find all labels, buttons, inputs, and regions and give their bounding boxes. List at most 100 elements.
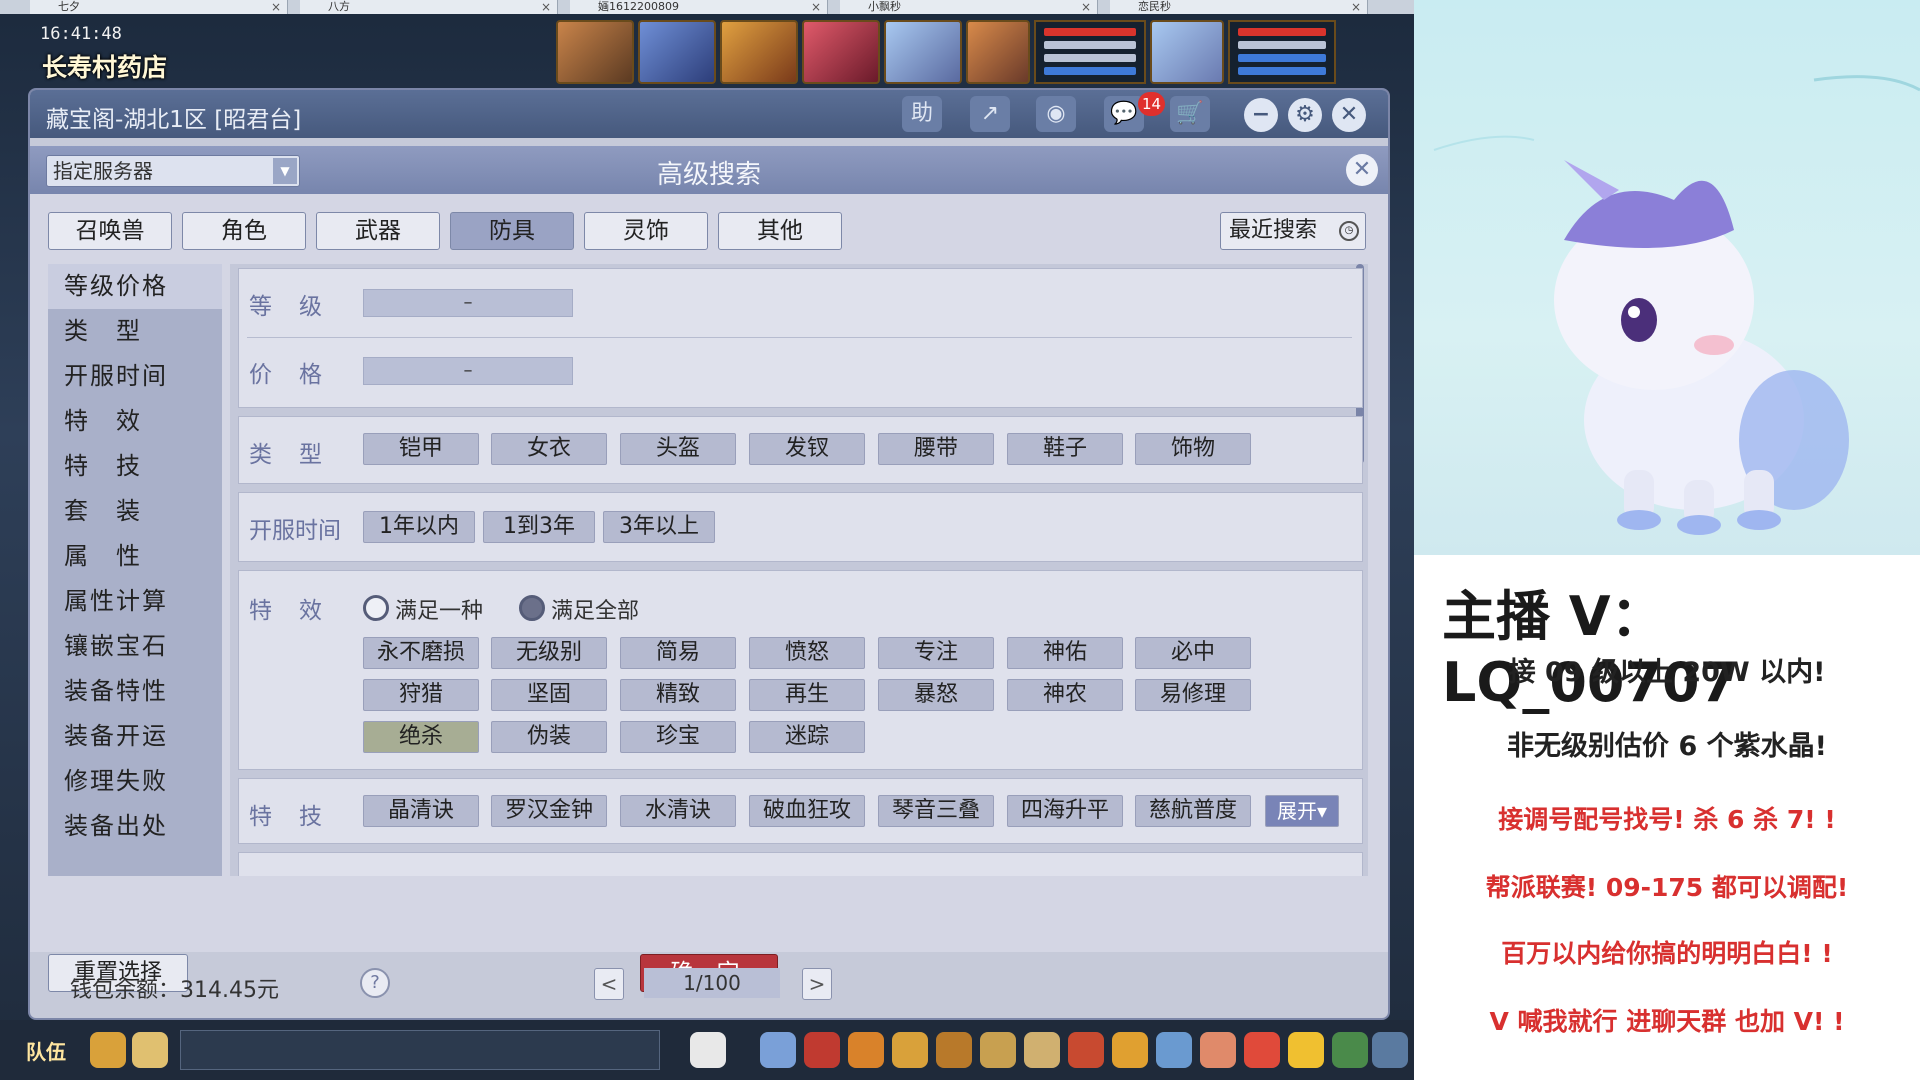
effect-chip[interactable]: 神农 xyxy=(1007,679,1123,711)
scroll-icon[interactable] xyxy=(1024,1032,1060,1068)
effect-chip[interactable]: 永不磨损 xyxy=(363,637,479,669)
nav-set[interactable]: 套 装 xyxy=(48,489,222,534)
skill-chip[interactable]: 晶清诀 xyxy=(363,795,479,827)
record-icon[interactable]: ◉ xyxy=(1036,96,1076,132)
tab-2[interactable]: 八方 × xyxy=(300,0,558,14)
nav-skill[interactable]: 特 技 xyxy=(48,444,222,489)
help-button[interactable]: 助 xyxy=(902,96,942,132)
effect-chip[interactable]: 伪装 xyxy=(491,721,607,753)
effect-chip[interactable]: 再生 xyxy=(749,679,865,711)
tab-weapon[interactable]: 武器 xyxy=(316,212,440,250)
tab-role[interactable]: 角色 xyxy=(182,212,306,250)
tab-ornament[interactable]: 灵饰 xyxy=(584,212,708,250)
tab-4[interactable]: 小飘秒 × xyxy=(840,0,1098,14)
close-icon[interactable]: × xyxy=(1351,0,1361,14)
nav-gems[interactable]: 镶嵌宝石 xyxy=(48,624,222,669)
type-chip[interactable]: 铠甲 xyxy=(363,433,479,465)
skill-chip[interactable]: 慈航普度 xyxy=(1135,795,1251,827)
bag-icon[interactable] xyxy=(804,1032,840,1068)
effect-chip[interactable]: 愤怒 xyxy=(749,637,865,669)
effect-chip[interactable]: 坚固 xyxy=(491,679,607,711)
nav-repair-fail[interactable]: 修理失败 xyxy=(48,759,222,804)
type-chip[interactable]: 鞋子 xyxy=(1007,433,1123,465)
skill-chip[interactable]: 琴音三叠 xyxy=(878,795,994,827)
team-label[interactable]: 队伍 xyxy=(26,1036,66,1065)
voice-icon[interactable] xyxy=(90,1032,126,1068)
avatar[interactable] xyxy=(720,20,798,84)
avatar[interactable] xyxy=(638,20,716,84)
emoji-icon[interactable] xyxy=(1288,1032,1324,1068)
server-time-chip[interactable]: 1到3年 xyxy=(483,511,595,543)
chat-icon[interactable] xyxy=(132,1032,168,1068)
close-icon[interactable]: × xyxy=(271,0,281,14)
prev-page-button[interactable]: < xyxy=(594,968,624,1000)
peach-icon[interactable] xyxy=(1200,1032,1236,1068)
effect-chip[interactable]: 暴怒 xyxy=(878,679,994,711)
tab-armor[interactable]: 防具 xyxy=(450,212,574,250)
effect-chip[interactable]: 简易 xyxy=(620,637,736,669)
close-button[interactable]: ✕ xyxy=(1332,98,1366,132)
skill-chip[interactable]: 罗汉金钟 xyxy=(491,795,607,827)
book-icon[interactable] xyxy=(1156,1032,1192,1068)
chat-input[interactable] xyxy=(180,1030,660,1070)
team-icon[interactable] xyxy=(936,1032,972,1068)
skill-chip[interactable]: 破血狂攻 xyxy=(749,795,865,827)
share-icon[interactable]: ↗ xyxy=(970,96,1010,132)
nav-server-time[interactable]: 开服时间 xyxy=(48,354,222,399)
level-range-input[interactable]: – xyxy=(363,289,573,317)
effect-chip[interactable]: 珍宝 xyxy=(620,721,736,753)
effect-chip[interactable]: 专注 xyxy=(878,637,994,669)
effect-chip[interactable]: 狩猎 xyxy=(363,679,479,711)
minimize-button[interactable]: − xyxy=(1244,98,1278,132)
avatar[interactable] xyxy=(966,20,1030,84)
effect-chip[interactable]: 迷踪 xyxy=(749,721,865,753)
type-chip[interactable]: 腰带 xyxy=(878,433,994,465)
effect-chip[interactable]: 绝杀 xyxy=(363,721,479,753)
avatar[interactable] xyxy=(1150,20,1224,84)
nav-equip-trait[interactable]: 装备特性 xyxy=(48,669,222,714)
gang-icon[interactable] xyxy=(980,1032,1016,1068)
nav-effect[interactable]: 特 效 xyxy=(48,399,222,444)
avatar[interactable] xyxy=(884,20,962,84)
tab-other[interactable]: 其他 xyxy=(718,212,842,250)
system-icon[interactable] xyxy=(1332,1032,1368,1068)
type-chip[interactable]: 头盔 xyxy=(620,433,736,465)
activity-icon[interactable] xyxy=(1244,1032,1280,1068)
server-time-chip[interactable]: 1年以内 xyxy=(363,511,475,543)
tab-5[interactable]: 恋民秒 × xyxy=(1110,0,1368,14)
next-page-button[interactable]: > xyxy=(802,968,832,1000)
type-chip[interactable]: 饰物 xyxy=(1135,433,1251,465)
nav-type[interactable]: 类 型 xyxy=(48,309,222,354)
type-chip[interactable]: 女衣 xyxy=(491,433,607,465)
nav-equip-luck[interactable]: 装备开运 xyxy=(48,714,222,759)
radio-all[interactable] xyxy=(519,595,545,621)
settings-icon[interactable] xyxy=(1372,1032,1408,1068)
effect-chip[interactable]: 无级别 xyxy=(491,637,607,669)
nav-level-price[interactable]: 等级价格 xyxy=(48,264,222,309)
expand-button[interactable]: 展开▾ xyxy=(1265,795,1339,827)
avatar[interactable] xyxy=(556,20,634,84)
close-icon[interactable]: × xyxy=(541,0,551,14)
avatar[interactable] xyxy=(802,20,880,84)
radio-any[interactable] xyxy=(363,595,389,621)
pet-icon[interactable] xyxy=(690,1032,726,1068)
settings-button[interactable]: ⚙ xyxy=(1288,98,1322,132)
type-chip[interactable]: 发钗 xyxy=(749,433,865,465)
effect-chip[interactable]: 易修理 xyxy=(1135,679,1251,711)
server-time-chip[interactable]: 3年以上 xyxy=(603,511,715,543)
nav-attribute[interactable]: 属 性 xyxy=(48,534,222,579)
help-icon[interactable]: ? xyxy=(360,968,390,998)
skill-chip[interactable]: 水清诀 xyxy=(620,795,736,827)
tab-3[interactable]: 婳1612200809 × xyxy=(570,0,828,14)
sword-icon[interactable] xyxy=(760,1032,796,1068)
effect-chip[interactable]: 精致 xyxy=(620,679,736,711)
tab-summon-beast[interactable]: 召唤兽 xyxy=(48,212,172,250)
task-icon[interactable] xyxy=(892,1032,928,1068)
close-icon[interactable]: × xyxy=(1081,0,1091,14)
nav-equip-origin[interactable]: 装备出处 xyxy=(48,804,222,849)
tab-1[interactable]: 七夕 × xyxy=(30,0,288,14)
nav-attr-calc[interactable]: 属性计算 xyxy=(48,579,222,624)
effect-chip[interactable]: 神佑 xyxy=(1007,637,1123,669)
lantern-icon[interactable] xyxy=(1068,1032,1104,1068)
bell-icon[interactable] xyxy=(1112,1032,1148,1068)
